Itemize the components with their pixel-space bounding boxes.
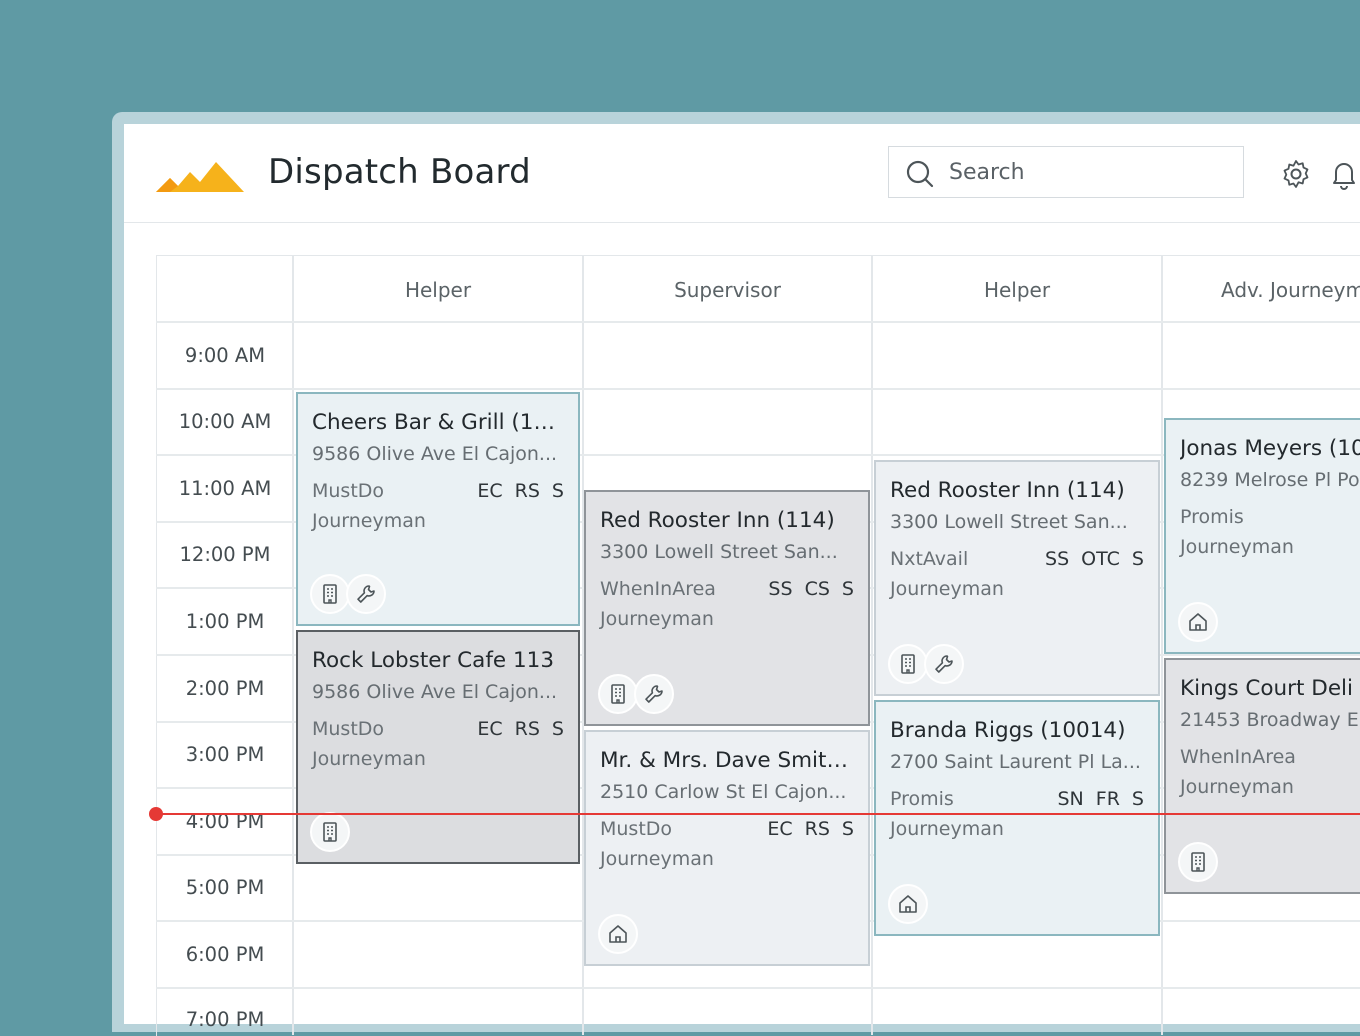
time-label: 12:00 PM: [179, 543, 271, 566]
job-title: Branda Riggs (10014): [890, 718, 1126, 743]
job-role: Journeyman: [312, 748, 426, 770]
job-role: Journeyman: [600, 608, 714, 630]
time-label: 11:00 AM: [178, 477, 272, 500]
job-title: Kings Court Deli (: [1180, 676, 1360, 701]
job-title: Jonas Meyers (10: [1180, 436, 1360, 461]
grid-row-line: [156, 388, 1360, 390]
job-codes: EC RS S: [767, 818, 854, 840]
grid-divider: [1161, 255, 1163, 1035]
search-input[interactable]: [949, 155, 1229, 189]
job-codes: SS OTC S: [1045, 548, 1144, 570]
job-card[interactable]: Mr. & Mrs. Dave Smith... 2510 Carlow St …: [584, 730, 870, 966]
time-label: 3:00 PM: [185, 743, 265, 766]
home-icon: [598, 914, 638, 954]
job-title: Red Rooster Inn (114): [890, 478, 1125, 503]
grid-divider: [871, 255, 873, 1035]
building-icon: [1178, 842, 1218, 882]
wrench-icon: [346, 574, 386, 614]
job-provider: NxtAvail: [890, 548, 969, 570]
job-provider: MustDo: [600, 818, 673, 840]
job-role: Journeyman: [600, 848, 714, 870]
header-bar: Dispatch Board: [124, 124, 1360, 223]
time-label: 6:00 PM: [185, 943, 265, 966]
job-role: Journeyman: [1180, 536, 1294, 558]
job-address: 3300 Lowell Street San...: [600, 541, 838, 563]
job-card[interactable]: Branda Riggs (10014) 2700 Saint Laurent …: [874, 700, 1160, 936]
time-label: 5:00 PM: [185, 876, 265, 899]
time-label: 1:00 PM: [185, 610, 265, 633]
search-box[interactable]: [888, 146, 1244, 198]
job-address: 9586 Olive Ave El Cajon...: [312, 681, 558, 703]
current-time-dot: [149, 807, 163, 821]
home-icon: [888, 884, 928, 924]
time-label: 10:00 AM: [178, 410, 272, 433]
home-icon: [1178, 602, 1218, 642]
bell-icon[interactable]: [1328, 158, 1360, 190]
job-address: 8239 Melrose Pl Po: [1180, 469, 1360, 491]
job-role: Journeyman: [890, 578, 1004, 600]
job-card[interactable]: Rock Lobster Cafe 113 9586 Olive Ave El …: [296, 630, 580, 864]
job-card[interactable]: Cheers Bar & Grill (10... 9586 Olive Ave…: [296, 392, 580, 626]
job-role: Journeyman: [1180, 776, 1294, 798]
job-codes: SS CS S: [768, 578, 854, 600]
column-header-supervisor[interactable]: Supervisor: [584, 278, 871, 302]
job-role: Journeyman: [312, 510, 426, 532]
grid-divider: [292, 255, 294, 1035]
wrench-icon: [924, 644, 964, 684]
job-provider: MustDo: [312, 718, 385, 740]
job-codes: EC RS S: [477, 718, 564, 740]
wrench-icon: [634, 674, 674, 714]
job-address: 2510 Carlow St El Cajon...: [600, 781, 847, 803]
job-card[interactable]: Jonas Meyers (10 8239 Melrose Pl Po Prom…: [1164, 418, 1360, 654]
job-card[interactable]: Red Rooster Inn (114) 3300 Lowell Street…: [584, 490, 870, 726]
job-card[interactable]: Red Rooster Inn (114) 3300 Lowell Street…: [874, 460, 1160, 696]
job-address: 2700 Saint Laurent Pl La...: [890, 751, 1141, 773]
building-icon: [310, 574, 350, 614]
time-label: 9:00 AM: [184, 344, 266, 367]
job-provider: Promis: [1180, 506, 1244, 528]
search-icon: [906, 160, 934, 188]
job-title: Mr. & Mrs. Dave Smith...: [600, 748, 854, 773]
job-address: 21453 Broadway El: [1180, 709, 1360, 731]
grid-row-line: [156, 987, 1360, 989]
column-header-helper[interactable]: Helper: [294, 278, 582, 302]
job-title: Cheers Bar & Grill (10...: [312, 410, 564, 435]
grid-row-line: [156, 321, 1360, 323]
time-label: 2:00 PM: [185, 677, 265, 700]
gear-icon[interactable]: [1280, 158, 1312, 190]
job-provider: Promis: [890, 788, 954, 810]
column-header-adv-journeyman[interactable]: Adv. Journeym: [1163, 278, 1360, 302]
job-card[interactable]: Kings Court Deli ( 21453 Broadway El Whe…: [1164, 658, 1360, 894]
job-provider: MustDo: [312, 480, 385, 502]
job-codes: SN FR S: [1057, 788, 1144, 810]
job-address: 3300 Lowell Street San...: [890, 511, 1128, 533]
page-title: Dispatch Board: [268, 152, 531, 192]
job-title: Red Rooster Inn (114): [600, 508, 835, 533]
column-header-helper[interactable]: Helper: [873, 278, 1161, 302]
current-time-line: [156, 813, 1360, 815]
building-icon: [310, 812, 350, 852]
job-title: Rock Lobster Cafe 113: [312, 648, 555, 673]
job-role: Journeyman: [890, 818, 1004, 840]
building-icon: [888, 644, 928, 684]
job-codes: EC RS S: [477, 480, 564, 502]
building-icon: [598, 674, 638, 714]
job-provider: WhenInArea: [600, 578, 716, 600]
job-provider: WhenInArea: [1180, 746, 1296, 768]
job-address: 9586 Olive Ave El Cajon...: [312, 443, 558, 465]
logo-icon: [156, 162, 244, 192]
